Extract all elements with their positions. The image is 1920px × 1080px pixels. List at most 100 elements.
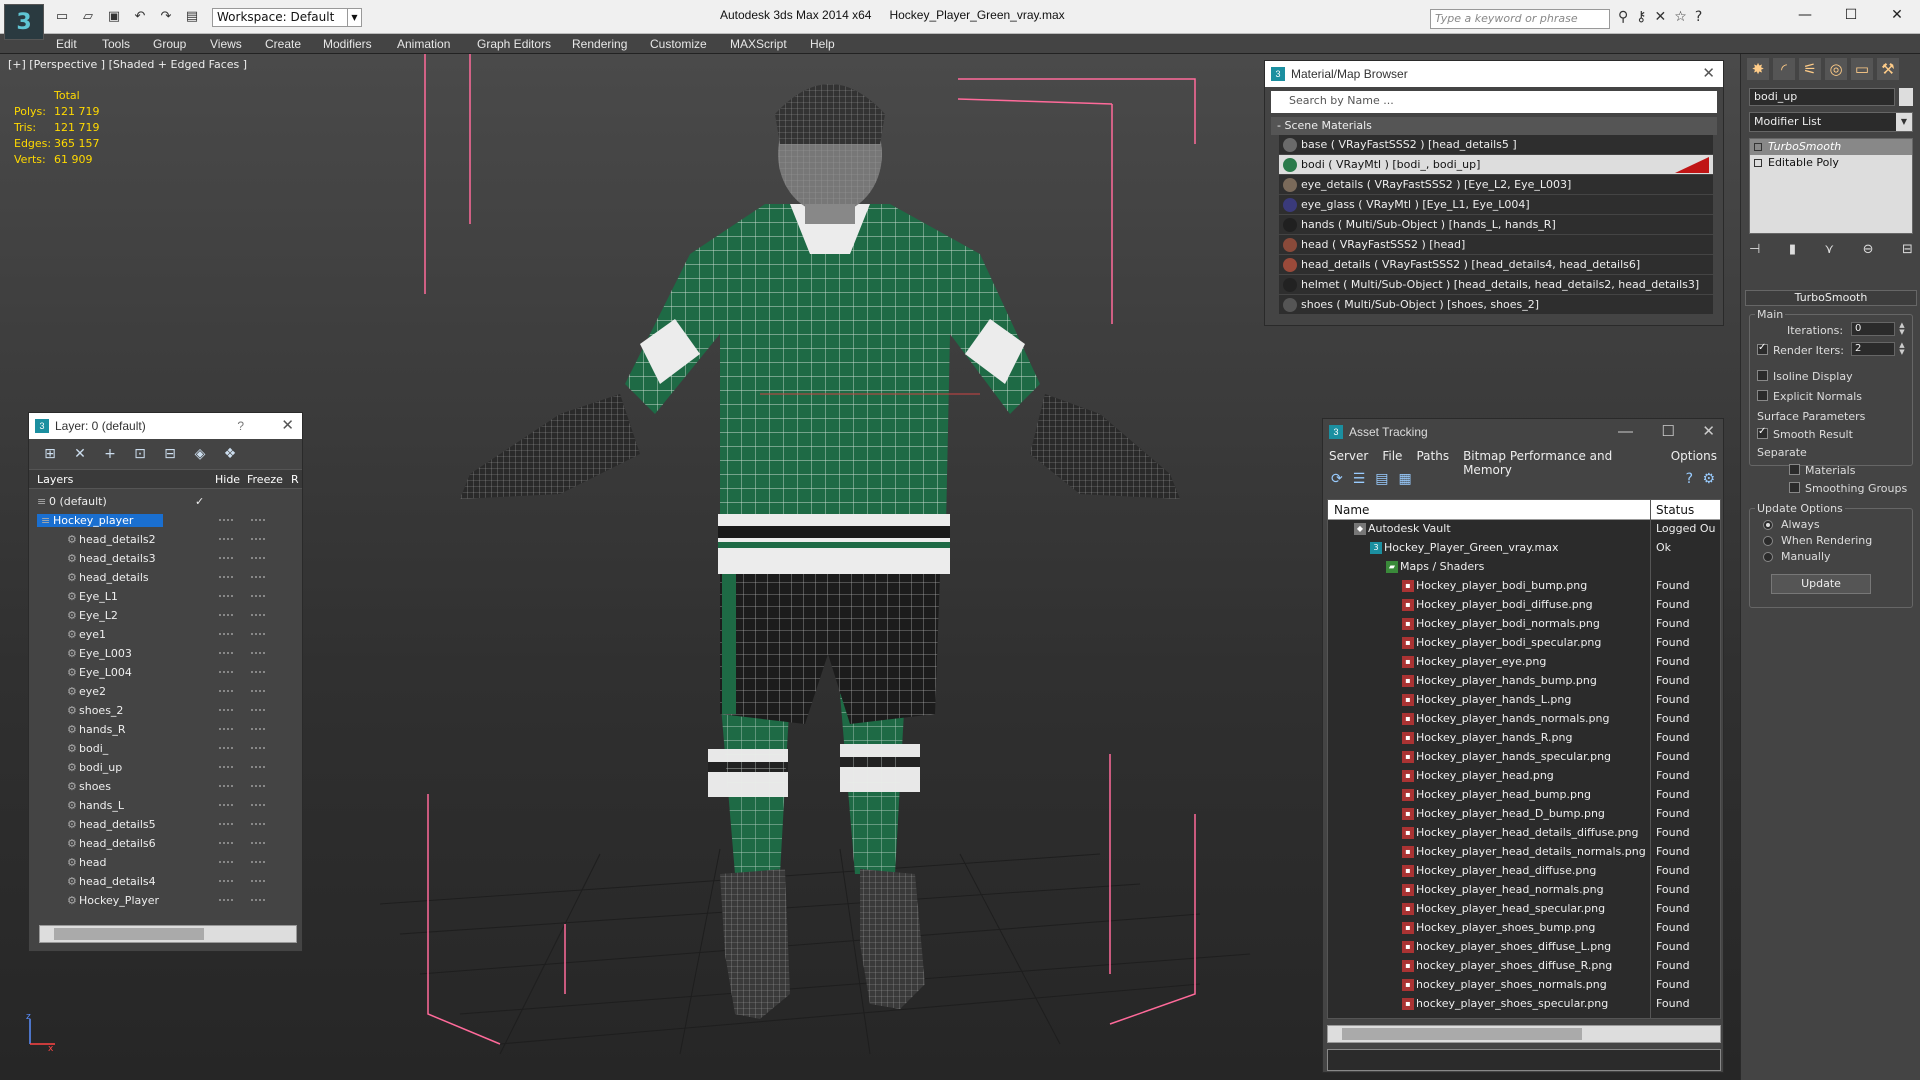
col-status[interactable]: Status: [1656, 503, 1694, 517]
col-freeze[interactable]: Freeze: [247, 473, 283, 486]
layer-row[interactable]: ⚙ Eye_L003: [39, 645, 299, 664]
layer-row[interactable]: ⚙ head_details: [39, 569, 299, 588]
material-row[interactable]: head ( VRayFastSSS2 ) [head]: [1279, 235, 1713, 255]
menu-graph-editors[interactable]: Graph Editors: [477, 37, 551, 51]
asset-file-row[interactable]: ▪ Hockey_player_head_specular.png Found: [1328, 900, 1720, 919]
freeze-toggle[interactable]: [251, 785, 265, 787]
menu-group[interactable]: Group: [153, 37, 186, 51]
scene-materials-header[interactable]: - Scene Materials: [1271, 117, 1717, 135]
asset-vault-row[interactable]: ◆ Autodesk Vault Logged Ou: [1328, 520, 1720, 539]
iterations-spinner[interactable]: 0: [1851, 322, 1895, 336]
menu-edit[interactable]: Edit: [56, 37, 77, 51]
maximize-icon[interactable]: ☐: [1662, 419, 1675, 445]
table-view-icon[interactable]: ▦: [1399, 471, 1412, 489]
hide-toggle[interactable]: [219, 595, 233, 597]
asset-file-row[interactable]: ▪ Hockey_player_head.png Found: [1328, 767, 1720, 786]
close-icon[interactable]: ✕: [1874, 0, 1920, 30]
list-view-icon[interactable]: ☰: [1353, 471, 1366, 489]
turbosmooth-rollout-header[interactable]: TurboSmooth: [1745, 290, 1917, 306]
col-name[interactable]: Name: [1334, 503, 1369, 517]
freeze-toggle[interactable]: [251, 614, 265, 616]
asset-file-row[interactable]: ▪ Hockey_player_bodi_normals.png Found: [1328, 615, 1720, 634]
menu-rendering[interactable]: Rendering: [572, 37, 627, 51]
freeze-toggle[interactable]: [251, 861, 265, 863]
add-to-layer-icon[interactable]: +: [99, 445, 121, 463]
pin-stack-icon[interactable]: ⊣: [1749, 242, 1760, 260]
freeze-toggle[interactable]: [251, 652, 265, 654]
app-menu-icon[interactable]: 3: [4, 4, 44, 40]
hide-toggle[interactable]: [219, 633, 233, 635]
when-rendering-radio[interactable]: [1763, 536, 1773, 546]
col-render[interactable]: R: [291, 473, 299, 486]
asset-file-row[interactable]: ▪ hockey_player_shoes_normals.png Found: [1328, 976, 1720, 995]
hide-toggle[interactable]: [219, 747, 233, 749]
isoline-checkbox[interactable]: [1757, 370, 1768, 381]
help-icon[interactable]: ?: [1686, 471, 1693, 487]
freeze-toggle[interactable]: [251, 899, 265, 901]
create-layer-icon[interactable]: ⊞: [39, 445, 61, 463]
menu-tools[interactable]: Tools: [102, 37, 130, 51]
freeze-toggle[interactable]: [251, 690, 265, 692]
asset-file-row[interactable]: ▪ Hockey_player_head_D_bump.png Found: [1328, 805, 1720, 824]
layer-row[interactable]: ⚙ head_details6: [39, 835, 299, 854]
active-layer-icon[interactable]: ✓: [195, 495, 204, 508]
material-row[interactable]: base ( VRayFastSSS2 ) [head_details5 ]: [1279, 135, 1713, 155]
asset-max-row[interactable]: 3 Hockey_Player_Green_vray.max Ok: [1328, 539, 1720, 558]
freeze-toggle[interactable]: [251, 728, 265, 730]
layer-row[interactable]: ⚙ bodi_: [39, 740, 299, 759]
workspace-dropdown[interactable]: Workspace: Default ▼: [212, 8, 362, 27]
layer-row[interactable]: ⚙ shoes_2: [39, 702, 299, 721]
layer-row[interactable]: ⚙ head: [39, 854, 299, 873]
asset-file-row[interactable]: ▪ Hockey_player_head_diffuse.png Found: [1328, 862, 1720, 881]
spinner-arrows-icon[interactable]: ▲ ▼: [1897, 322, 1907, 336]
menu-modifiers[interactable]: Modifiers: [323, 37, 372, 51]
menu-help[interactable]: Help: [810, 37, 835, 51]
new-file-icon[interactable]: ▭: [52, 8, 72, 26]
object-name-field[interactable]: bodi_up: [1749, 88, 1895, 106]
layer-row[interactable]: ⚙ head_details5: [39, 816, 299, 835]
make-unique-icon[interactable]: ⋎: [1825, 242, 1835, 260]
freeze-toggle[interactable]: [251, 595, 265, 597]
star-icon[interactable]: ☆: [1674, 9, 1687, 25]
hide-toggle[interactable]: [219, 519, 233, 521]
layer-row[interactable]: ⚙ Hockey_Player: [39, 892, 299, 911]
hide-toggle[interactable]: [219, 823, 233, 825]
hide-toggle[interactable]: [219, 899, 233, 901]
layer-row[interactable]: ⚙ head_details3: [39, 550, 299, 569]
layer-row[interactable]: ⚙ eye2: [39, 683, 299, 702]
material-row[interactable]: eye_glass ( VRayMtl ) [Eye_L1, Eye_L004]: [1279, 195, 1713, 215]
freeze-toggle[interactable]: [251, 519, 265, 521]
asset-file-row[interactable]: ▪ Hockey_player_bodi_diffuse.png Found: [1328, 596, 1720, 615]
asset-file-row[interactable]: ▪ Hockey_player_bodi_bump.png Found: [1328, 577, 1720, 596]
utilities-tab-icon[interactable]: ⚒: [1877, 58, 1899, 80]
freeze-toggle[interactable]: [251, 557, 265, 559]
asset-file-row[interactable]: ▪ Hockey_player_shoes_bump.png Found: [1328, 919, 1720, 938]
asset-menu-file[interactable]: File: [1382, 449, 1402, 463]
layer-row[interactable]: ⚙ head_details2: [39, 531, 299, 550]
freeze-toggle[interactable]: [251, 538, 265, 540]
material-row[interactable]: head_details ( VRayFastSSS2 ) [head_deta…: [1279, 255, 1713, 275]
layer-row[interactable]: ⚙ eye1: [39, 626, 299, 645]
stack-item-editable-poly[interactable]: Editable Poly: [1750, 155, 1912, 171]
open-file-icon[interactable]: ▱: [78, 8, 98, 26]
asset-file-row[interactable]: ▪ Hockey_player_hands_normals.png Found: [1328, 710, 1720, 729]
hide-toggle[interactable]: [219, 576, 233, 578]
smoothing-groups-checkbox[interactable]: [1789, 482, 1800, 493]
delete-layer-icon[interactable]: ✕: [69, 445, 91, 463]
detail-view-icon[interactable]: ▤: [1375, 471, 1388, 489]
menu-views[interactable]: Views: [210, 37, 242, 51]
undo-icon[interactable]: ↶: [130, 8, 150, 26]
layer-scrollbar[interactable]: [39, 925, 297, 943]
layer-row[interactable]: ⚙ Eye_L004: [39, 664, 299, 683]
freeze-toggle[interactable]: [251, 671, 265, 673]
explicit-normals-checkbox[interactable]: [1757, 390, 1768, 401]
col-hide[interactable]: Hide: [215, 473, 240, 486]
object-color-swatch[interactable]: [1899, 88, 1913, 106]
close-icon[interactable]: ✕: [1702, 419, 1715, 445]
freeze-toggle[interactable]: [251, 747, 265, 749]
modify-tab-icon[interactable]: ◜: [1773, 58, 1795, 80]
menu-animation[interactable]: Animation: [397, 37, 450, 51]
select-objects-icon[interactable]: ⊡: [129, 445, 151, 463]
hide-toggle[interactable]: [219, 652, 233, 654]
render-iters-checkbox[interactable]: [1757, 342, 1768, 355]
